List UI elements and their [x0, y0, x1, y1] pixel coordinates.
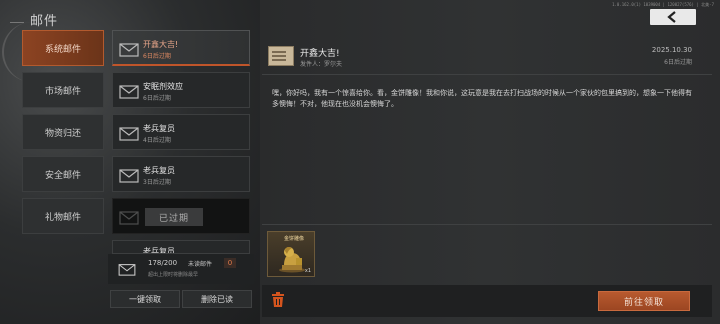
back-button[interactable]: [650, 9, 696, 25]
envelope-icon: [119, 43, 139, 57]
mail-title: 安眠剂效应: [143, 82, 183, 91]
statue-icon: [279, 247, 305, 273]
envelope-icon: [119, 127, 139, 141]
category-system-mail[interactable]: 系统邮件: [22, 30, 104, 66]
divider: [262, 74, 712, 75]
unread-label: 未读邮件: [188, 261, 213, 268]
expired-badge: 已过期: [145, 208, 203, 226]
mail-title: 开鑫大吉!: [143, 40, 179, 49]
mail-title: 老兵复员: [143, 247, 175, 254]
category-label: 系统邮件: [44, 44, 81, 55]
divider: [262, 224, 712, 225]
attachment-item[interactable]: 金饼雕像 x1: [267, 231, 315, 277]
detail-sender: 发件人：罗尔夫: [300, 61, 343, 68]
go-claim-button[interactable]: 前往领取: [598, 291, 690, 311]
back-arrow-icon: [667, 11, 676, 23]
go-claim-label: 前往领取: [623, 297, 664, 308]
mail-item-expired[interactable]: 已过期: [112, 198, 250, 234]
attachment-quantity: x1: [304, 268, 311, 274]
mail-title: 老兵复员: [143, 166, 175, 175]
mail-item[interactable]: 老兵复员: [112, 240, 250, 254]
mailbox-status: 178/200 未读邮件 0 超出上限时将删除最早: [108, 254, 254, 284]
claim-all-label: 一键领取: [129, 294, 161, 304]
mail-expiry: 6日后过期: [143, 53, 171, 60]
detail-date: 2025.10.30: [651, 46, 692, 54]
envelope-icon: [119, 169, 139, 183]
page-title: 邮件: [30, 14, 59, 29]
detail-expiry: 6日后过期: [664, 59, 692, 66]
mail-title: 老兵复员: [143, 124, 175, 133]
version-text: 1.0.162.0(1) 1039004 | 120027(576) | 北美-…: [612, 2, 714, 7]
delete-read-label: 删除已读: [201, 294, 233, 304]
envelope-icon: [119, 211, 139, 225]
mail-expiry: 3日后过期: [143, 179, 171, 186]
mail-body: 嘿，你好吗，我有一个惊喜给你。看，金饼雕像！我和你说，这玩意是我在去打扫战场的时…: [272, 89, 692, 108]
envelope-icon: [118, 264, 136, 276]
detail-title: 开鑫大吉!: [300, 49, 340, 59]
mail-expiry: 4日后过期: [143, 137, 171, 144]
mail-count: 178/200: [148, 259, 178, 267]
mail-item[interactable]: 安眠剂效应 6日后过期: [112, 72, 250, 108]
mail-item[interactable]: 开鑫大吉! 6日后过期: [112, 30, 250, 66]
attachment-name: 金饼雕像: [284, 236, 305, 242]
category-market-mail[interactable]: 市场邮件: [22, 72, 104, 108]
claim-all-button[interactable]: 一键领取: [110, 290, 180, 308]
mail-expiry: 6日后过期: [143, 95, 171, 102]
category-label: 礼物邮件: [44, 212, 81, 223]
header-line: [10, 22, 24, 23]
category-supply-return[interactable]: 物资归还: [22, 114, 104, 150]
category-gift-mail[interactable]: 礼物邮件: [22, 198, 104, 234]
mail-item[interactable]: 老兵复员 3日后过期: [112, 156, 250, 192]
mail-item[interactable]: 老兵复员 4日后过期: [112, 114, 250, 150]
category-label: 市场邮件: [44, 86, 81, 97]
delete-read-button[interactable]: 删除已读: [182, 290, 252, 308]
trash-icon[interactable]: [271, 292, 285, 308]
category-label: 安全邮件: [44, 170, 81, 181]
category-security-mail[interactable]: 安全邮件: [22, 156, 104, 192]
unread-count-badge: 0: [224, 258, 236, 268]
capacity-hint: 超出上限时将删除最早: [148, 272, 199, 278]
letter-icon: [268, 46, 294, 66]
envelope-icon: [119, 85, 139, 99]
category-label: 物资归还: [44, 128, 81, 139]
